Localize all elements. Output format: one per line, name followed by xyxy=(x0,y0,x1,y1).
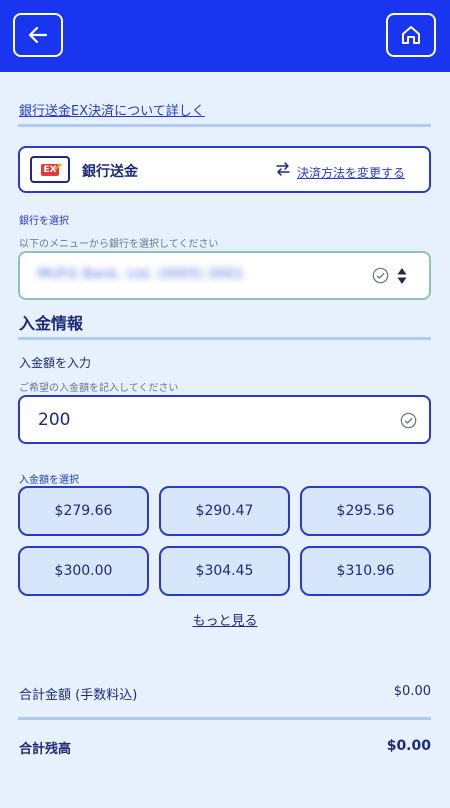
bank-select-label: 銀行を選択 xyxy=(19,216,69,227)
amount-preset-label: 入金額を選択 xyxy=(19,475,79,486)
total-amount-value: $0.00 xyxy=(393,684,431,699)
amount-label: 入金額を入力 xyxy=(19,356,92,370)
deposit-section-title: 入金情報 xyxy=(19,314,84,333)
check-circle-icon xyxy=(400,412,417,429)
amount-input-value: 200 xyxy=(38,410,71,430)
payment-info-link[interactable]: 銀行送金EX決済について詳しく xyxy=(19,100,205,119)
divider xyxy=(18,124,431,127)
ex-logo: EX xyxy=(30,156,70,183)
arrow-left-icon xyxy=(28,26,48,44)
amount-input[interactable]: 200 xyxy=(18,395,431,444)
sort-arrows-icon xyxy=(397,268,407,284)
total-amount-label: 合計金額 (手数料込) xyxy=(19,688,138,703)
bank-select-value: MUFG Bank, Ltd. (0005) 0001 xyxy=(38,267,245,282)
amount-preset-button[interactable]: $304.45 xyxy=(159,546,290,596)
back-button[interactable] xyxy=(13,13,63,57)
home-icon xyxy=(402,26,420,44)
total-balance-label: 合計残高 xyxy=(19,742,72,757)
home-button[interactable] xyxy=(386,13,436,57)
show-more-container: もっと見る xyxy=(0,610,450,629)
divider xyxy=(18,717,431,720)
bank-select-hint: 以下のメニューから銀行を選択してください xyxy=(19,239,219,250)
check-circle-icon xyxy=(372,267,389,284)
amount-preset-button[interactable]: $310.96 xyxy=(300,546,431,596)
amount-hint: ご希望の入金額を記入してください xyxy=(19,383,179,394)
amount-preset-button[interactable]: $290.47 xyxy=(159,486,290,536)
bank-select[interactable]: MUFG Bank, Ltd. (0005) 0001 xyxy=(18,251,431,300)
divider xyxy=(18,337,431,340)
show-more-link[interactable]: もっと見る xyxy=(192,614,257,629)
payment-method-name: 銀行送金 xyxy=(82,164,138,180)
amount-preset-button[interactable]: $300.00 xyxy=(18,546,149,596)
change-payment-method-link[interactable]: 決済方法を変更する xyxy=(297,164,405,181)
amount-preset-button[interactable]: $295.56 xyxy=(300,486,431,536)
payment-method-card: EX 銀行送金 決済方法を変更する xyxy=(18,146,431,193)
top-bar xyxy=(0,0,450,72)
total-balance-value: $0.00 xyxy=(386,738,431,754)
swap-arrows-icon[interactable] xyxy=(275,161,291,177)
amount-preset-button[interactable]: $279.66 xyxy=(18,486,149,536)
